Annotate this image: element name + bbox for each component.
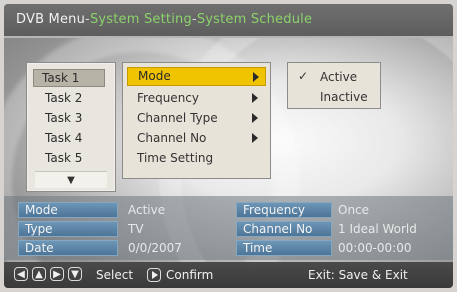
- menu-item-channel-no[interactable]: Channel No: [129, 129, 264, 147]
- info-value-date: 0/0/2007: [128, 241, 182, 255]
- checkmark-icon: ✓: [297, 69, 309, 83]
- task-item-2[interactable]: Task 2: [35, 90, 105, 108]
- chevron-right-icon: [252, 113, 258, 123]
- info-label-time: Time: [236, 240, 332, 256]
- task-item-3[interactable]: Task 3: [35, 110, 105, 128]
- info-label-type: Type: [18, 221, 118, 237]
- down-key-icon: ▼: [68, 267, 82, 281]
- info-label-frequency: Frequency: [236, 202, 332, 218]
- footer-confirm-label: Confirm: [166, 268, 214, 282]
- menu-item-channel-type[interactable]: Channel Type: [129, 109, 264, 127]
- menu-item-frequency[interactable]: Frequency: [129, 89, 264, 107]
- menu-item-time-setting[interactable]: Time Setting: [129, 149, 264, 167]
- footer-select-label: Select: [96, 268, 134, 282]
- breadcrumb: DVB Menu-System Setting-System Schedule: [16, 12, 312, 27]
- breadcrumb-dvb-menu: DVB Menu: [16, 12, 86, 27]
- info-value-frequency: Once: [338, 203, 370, 217]
- info-value-channel-no: 1 Ideal World: [338, 222, 417, 236]
- task-label: Task 2: [45, 91, 83, 105]
- info-value-mode: Active: [128, 203, 166, 217]
- chevron-right-icon: [252, 93, 258, 103]
- task-item-5[interactable]: Task 5: [35, 150, 105, 168]
- info-label-mode: Mode: [18, 202, 118, 218]
- task-item-1[interactable]: Task 1: [33, 69, 105, 87]
- breadcrumb-system-schedule: System Schedule: [196, 12, 313, 27]
- info-value-time: 00:00-00:00: [338, 241, 412, 255]
- left-key-icon: ◀: [14, 267, 28, 281]
- task-label: Task 1: [42, 71, 80, 85]
- title-bar: DVB Menu-System Setting-System Schedule: [4, 4, 453, 38]
- menu-item-mode[interactable]: Mode: [127, 67, 266, 86]
- mode-option-active[interactable]: ✓ Active: [294, 68, 376, 86]
- info-value-type: TV: [128, 222, 144, 236]
- info-label-channel-no: Channel No: [236, 221, 332, 237]
- info-label-date: Date: [18, 240, 118, 256]
- schedule-info-panel: Mode Active Type TV Date 0/0/2007 Freque…: [4, 196, 453, 260]
- menu-item-label: Time Setting: [137, 151, 214, 165]
- task-label: Task 4: [45, 131, 83, 145]
- task-item-4[interactable]: Task 4: [35, 130, 105, 148]
- key-hint-bar: ◀ ▲ ▶ ▼ Select Confirm Exit: Save & Exit: [4, 262, 453, 288]
- breadcrumb-system-setting: System Setting: [89, 12, 192, 27]
- task-label: Task 3: [45, 111, 83, 125]
- mode-option-label: Inactive: [320, 90, 368, 104]
- chevron-right-icon: [252, 133, 258, 143]
- up-key-icon: ▲: [32, 267, 46, 281]
- chevron-right-icon: [253, 72, 259, 82]
- menu-item-label: Channel No: [137, 131, 207, 145]
- dvb-screen: DVB Menu-System Setting-System Schedule …: [4, 4, 453, 288]
- task-list: Task 1 Task 2 Task 3 Task 4 Task 5 ▼: [26, 62, 116, 192]
- mode-options-popup: ✓ Active Inactive: [287, 62, 381, 109]
- confirm-key-icon: [147, 268, 161, 282]
- mode-option-label: Active: [320, 70, 358, 84]
- right-key-icon: ▶: [50, 267, 64, 281]
- footer-exit-label: Exit: Save & Exit: [308, 268, 408, 282]
- mode-option-inactive[interactable]: Inactive: [294, 88, 376, 106]
- menu-item-label: Frequency: [137, 91, 199, 105]
- menu-item-label: Channel Type: [137, 111, 218, 125]
- task-label: Task 5: [45, 151, 83, 165]
- chevron-down-icon[interactable]: ▼: [35, 171, 107, 188]
- menu-item-label: Mode: [138, 69, 171, 83]
- task-settings-menu: Mode Frequency Channel Type Channel No T…: [122, 62, 271, 179]
